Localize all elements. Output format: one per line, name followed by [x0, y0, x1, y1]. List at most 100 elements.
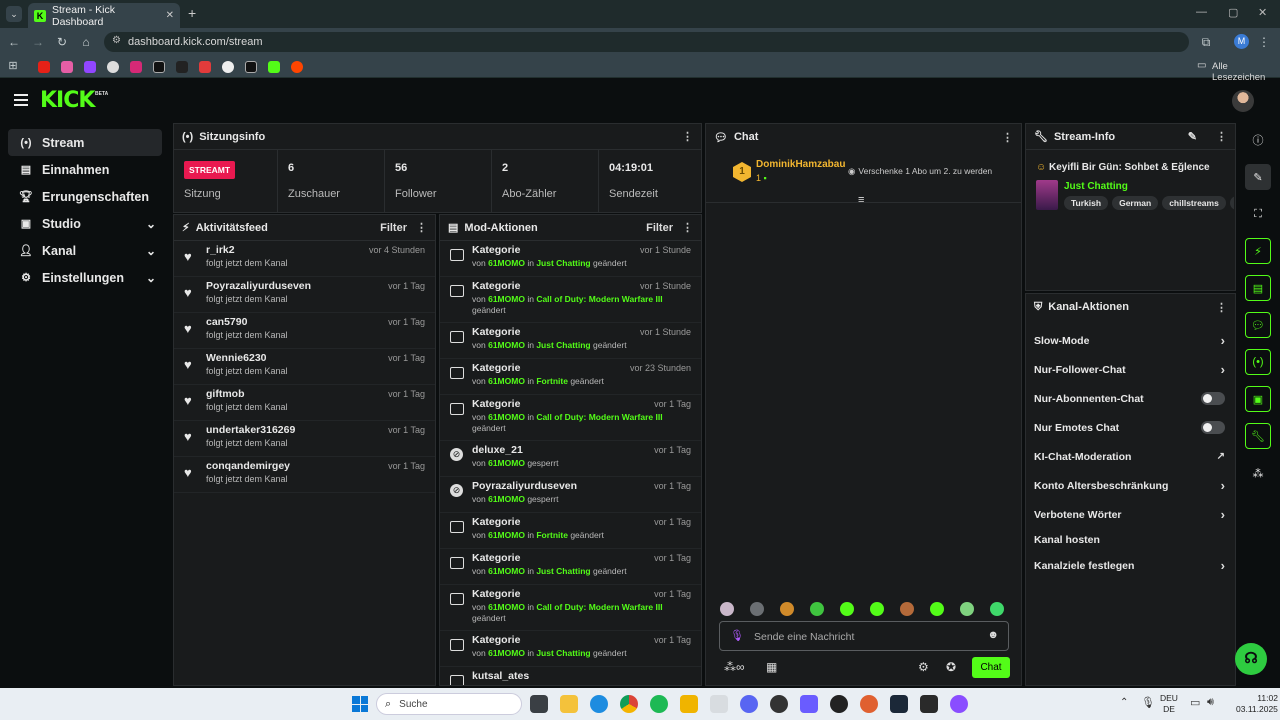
epic-games-icon[interactable] — [920, 695, 938, 713]
emote-icon[interactable] — [990, 602, 1004, 616]
support-headset-button[interactable]: ☊ — [1235, 643, 1267, 675]
emote-icon[interactable] — [720, 602, 734, 616]
mod-action-item[interactable]: Kategorie von 61MOMO in Call of Duty: Mod… — [440, 395, 701, 441]
kick-logo[interactable]: KICK — [40, 88, 95, 113]
emote-icon[interactable] — [750, 602, 764, 616]
mod-action-item[interactable]: Kategorie von 61MOMO in Just Chatting geä… — [440, 323, 701, 359]
gifter-name[interactable]: DominikHamzabau — [756, 159, 845, 170]
clock[interactable]: 11:02 03.11.2025 — [1236, 693, 1278, 715]
close-tab-icon[interactable]: ✕ — [166, 10, 174, 21]
discord-icon[interactable] — [740, 695, 758, 713]
edge-icon[interactable] — [590, 695, 608, 713]
host-channel-item[interactable]: Kanal hosten — [1026, 529, 1235, 551]
more-tools-icon[interactable]: ⁂ — [1245, 460, 1271, 486]
emote-icon[interactable] — [900, 602, 914, 616]
microphone-tray-icon[interactable]: 🎙︎ — [1141, 696, 1155, 709]
mod-tool-icon[interactable]: ▣ — [1245, 386, 1271, 412]
chat-tools-icon[interactable]: ✪ — [946, 660, 956, 674]
emote-icon[interactable] — [810, 602, 824, 616]
bookmark-icon[interactable] — [107, 61, 119, 73]
bookmark-youtube-icon[interactable] — [38, 61, 50, 73]
sidebar-item-kanal[interactable]: 👤︎ Kanal ⌄ — [8, 237, 162, 264]
screen-capture-icon[interactable]: ⛶ — [1245, 201, 1271, 227]
channel-goals-item[interactable]: Kanalziele festlegen › — [1026, 551, 1235, 580]
more-options-icon[interactable]: ⋮ — [416, 221, 427, 234]
bookmark-icon[interactable] — [222, 61, 234, 73]
bookmark-icon[interactable] — [176, 61, 188, 73]
slow-mode-item[interactable]: Slow-Mode › — [1026, 326, 1235, 355]
info-icon[interactable]: ⓘ — [1245, 127, 1271, 153]
app-icon[interactable] — [950, 695, 968, 713]
sidebar-item-errungenschaften[interactable]: 🏆︎ Errungenschaften — [8, 183, 162, 210]
app-icon[interactable] — [860, 695, 878, 713]
new-tab-button[interactable]: + — [188, 5, 196, 21]
more-options-icon[interactable]: ⋮ — [1002, 131, 1013, 144]
app-icon[interactable] — [800, 695, 818, 713]
app-icon[interactable] — [710, 695, 728, 713]
more-options-icon[interactable]: ⋮ — [682, 130, 693, 143]
bookmark-x-icon[interactable] — [153, 61, 165, 73]
profile-avatar[interactable]: M — [1234, 34, 1249, 49]
mod-action-item[interactable]: Kategorie von 61MOMO in Just Chatting geä… — [440, 241, 701, 277]
emotes-chat-toggle[interactable] — [1201, 421, 1225, 434]
bookmark-twitch-icon[interactable] — [84, 61, 96, 73]
network-icon[interactable]: ▭ — [1190, 696, 1200, 709]
wrench-tool-icon[interactable]: 🔧︎ — [1245, 423, 1271, 449]
follower-chat-item[interactable]: Nur-Follower-Chat › — [1026, 355, 1235, 384]
mod-action-item[interactable]: Kategorie von 61MOMO in Fortnite geändert… — [440, 513, 701, 549]
activity-tool-icon[interactable]: ⚡︎ — [1245, 238, 1271, 264]
back-icon[interactable]: ← — [6, 35, 22, 49]
reload-icon[interactable]: ↻ — [54, 35, 70, 49]
taskview-icon[interactable] — [530, 695, 548, 713]
url-field[interactable]: ⚙ dashboard.kick.com/stream — [104, 32, 1189, 52]
notes-tool-icon[interactable]: ▤ — [1245, 275, 1271, 301]
forward-icon[interactable]: → — [30, 35, 46, 49]
explorer-icon[interactable] — [560, 695, 578, 713]
mod-action-item[interactable]: Kategorie von 61MOMO in Fortnite geändert… — [440, 359, 701, 395]
activity-item[interactable]: ♥ r_irk2 folgt jetzt dem Kanal vor 4 Stunde… — [174, 241, 435, 277]
broadcast-tool-icon[interactable]: (•) — [1245, 349, 1271, 375]
ai-moderation-item[interactable]: KI-Chat-Moderation ↗ — [1026, 442, 1235, 471]
tray-chevron-icon[interactable]: ⌃ — [1120, 697, 1128, 708]
filter-button[interactable]: Filter — [380, 222, 407, 234]
activity-item[interactable]: ♥ conqandemirgey folgt jetzt dem Kanal vor … — [174, 457, 435, 493]
filter-button[interactable]: Filter — [646, 222, 673, 234]
activity-item[interactable]: ♥ Wennie6230 folgt jetzt dem Kanal vor 1 Ta… — [174, 349, 435, 385]
chat-tool-icon[interactable]: 💬︎ — [1245, 312, 1271, 338]
bookmark-instagram-icon[interactable] — [130, 61, 142, 73]
bookmark-tiktok-icon[interactable] — [245, 61, 257, 73]
mod-action-item[interactable]: Kategorie von 61MOMO in Just Chatting geä… — [440, 631, 701, 667]
bookmark-icon[interactable] — [61, 61, 73, 73]
sidebar-item-studio[interactable]: ▣ Studio ⌄ — [8, 210, 162, 237]
home-icon[interactable]: ⌂ — [78, 35, 94, 49]
app-icon[interactable] — [830, 695, 848, 713]
tag[interactable]: chillstreams — [1162, 196, 1226, 210]
spotify-icon[interactable] — [650, 695, 668, 713]
more-options-icon[interactable]: ⋮ — [1216, 130, 1227, 143]
app-icon[interactable] — [770, 695, 788, 713]
steam-icon[interactable] — [890, 695, 908, 713]
more-options-icon[interactable]: ⋮ — [682, 221, 693, 234]
activity-item[interactable]: ♥ Poyrazaliyurduseven folgt jetzt dem Kana… — [174, 277, 435, 313]
subscriber-chat-toggle[interactable] — [1201, 392, 1225, 405]
emote-icon[interactable] — [930, 602, 944, 616]
extensions-icon[interactable]: ⧉ — [1198, 35, 1214, 50]
rockstar-icon[interactable] — [680, 695, 698, 713]
sidebar-item-stream[interactable]: (•) Stream — [8, 129, 162, 156]
volume-icon[interactable]: 🔊︎ — [1207, 696, 1214, 709]
bookmark-kick-icon[interactable] — [268, 61, 280, 73]
gift-prompt[interactable]: ◉ Verschenke 1 Abo um 2. zu werden — [848, 166, 992, 177]
mod-action-item[interactable]: kutsal_ates — [440, 667, 701, 685]
emote-icon[interactable] — [840, 602, 854, 616]
emote-icon[interactable] — [960, 602, 974, 616]
send-chat-button[interactable]: Chat — [972, 657, 1010, 678]
mod-action-item[interactable]: Kategorie von 61MOMO in Call of Duty: Mod… — [440, 585, 701, 631]
apps-grid-icon[interactable]: ⊞ — [5, 59, 21, 72]
activity-item[interactable]: ♥ undertaker316269 folgt jetzt dem Kanal vo… — [174, 421, 435, 457]
emoji-icon[interactable]: ☻ — [987, 629, 999, 641]
tab-list-button[interactable]: ⌄ — [6, 6, 22, 22]
site-info-icon[interactable]: ⚙ — [112, 35, 121, 46]
emote-icon[interactable] — [780, 602, 794, 616]
tag[interactable]: German — [1112, 196, 1159, 210]
mod-action-item[interactable]: ⊘ deluxe_21 von 61MOMO gesperrt vor 1 Tag — [440, 441, 701, 477]
